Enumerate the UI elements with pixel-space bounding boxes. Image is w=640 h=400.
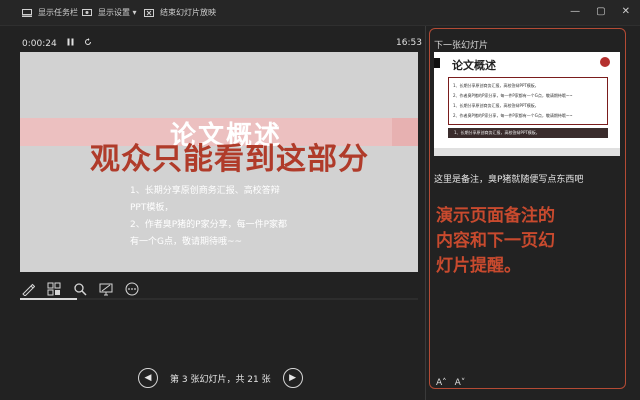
slide-bullets: 1、长期分享原创商务汇报、高校答辩 PPT模板， 2、作者臭P猪的P家分享，每一… (130, 183, 320, 251)
elapsed-time: 0:00:24 (22, 38, 57, 49)
thumbnail-title-marker (434, 58, 440, 68)
pen-icon[interactable] (20, 281, 36, 297)
slide-bullet-line: PPT模板， (130, 203, 174, 213)
chevron-right-icon: ▶ (289, 373, 297, 383)
thumbnail-dark-line: 1、长期分享原创商务汇报，高校答辩PPT模板， (454, 130, 540, 135)
thumbnail-logo-icon (600, 57, 610, 67)
display-settings-label: 显示设置 ▾ (98, 8, 137, 17)
screen-icon[interactable] (98, 281, 114, 297)
minimize-button[interactable]: — (570, 6, 580, 17)
grid-icon[interactable] (46, 281, 62, 297)
presenter-tools (20, 281, 140, 297)
previous-slide-button[interactable]: ◀ (138, 368, 158, 388)
thumbnail-dark-bar: 1、长期分享原创商务汇报，高校答辩PPT模板， (448, 128, 608, 138)
maximize-button[interactable]: ▢ (596, 6, 605, 17)
thumbnail-line: 1、长期分享原创商务汇报，高校答辩PPT模板， (453, 103, 539, 108)
slide-bullet-line: 有一个G点，敬请期待哦~~ (130, 237, 243, 247)
taskbar-icon (22, 8, 32, 17)
pause-icon[interactable] (67, 38, 74, 49)
callout-line: 灯片提醒。 (436, 256, 521, 276)
audience-view-caption: 观众只能看到这部分 (90, 142, 369, 177)
slide-bullet-line: 2、作者臭P猪的P家分享，每一件P家都 (130, 220, 288, 230)
next-slide-thumbnail[interactable]: 论文概述 1、长期分享原创商务汇报，高校答辩PPT模板， 2、作者臭P猪的P家分… (434, 52, 620, 156)
thumbnail-footer (434, 148, 620, 156)
end-show-icon (144, 8, 154, 17)
thumbnail-line: 2、作者臭P猪的P家分享，每一件P家都有一个G点，敬请期待哦~~ (453, 113, 573, 118)
display-settings-button[interactable]: 显示设置 ▾ (82, 7, 137, 18)
reset-icon[interactable] (84, 38, 92, 49)
slide-navigation: ◀ 第 3 张幻灯片，共 21 张 ▶ (138, 368, 303, 388)
callout-line: 演示页面备注的 (436, 206, 555, 226)
zoom-icon[interactable] (72, 281, 88, 297)
slide-progress-bar (20, 298, 418, 300)
window-controls: — ▢ ✕ (570, 6, 630, 17)
current-slide: 论文概述 1、长期分享原创商务汇报、高校答辩 PPT模板， 2、作者臭P猪的P家… (20, 52, 418, 272)
chevron-left-icon: ◀ (144, 373, 152, 383)
thumbnail-line: 2、作者臭P猪的P家分享，每一件P家都有一个G点，敬请期待哦~~ (453, 93, 573, 98)
increase-font-button[interactable]: A˄ (436, 378, 447, 388)
show-taskbar-label: 显示任务栏 (38, 8, 78, 17)
notes-font-controls: A˄ A˅ (436, 378, 465, 388)
end-show-label: 结束幻灯片放映 (160, 8, 216, 17)
annotation-callout: 演示页面备注的 内容和下一页幻 灯片提醒。 (436, 204, 620, 279)
thumbnail-title: 论文概述 (452, 59, 496, 72)
speaker-notes[interactable]: 这里是备注，臭P猪就随便写点东西吧 (434, 172, 583, 185)
slide-bullet-line: 1、长期分享原创商务汇报、高校答辩 (130, 186, 280, 196)
slide-counter[interactable]: 第 3 张幻灯片，共 21 张 (170, 372, 271, 385)
thumbnail-line: 1、长期分享原创商务汇报，高校答辩PPT模板， (453, 83, 539, 88)
slide-progress-fill (20, 298, 77, 300)
clock: 16:53 (396, 38, 422, 48)
more-icon[interactable] (124, 281, 140, 297)
next-slide-header: 下一张幻灯片 (434, 41, 489, 51)
show-taskbar-button[interactable]: 显示任务栏 (22, 7, 78, 18)
next-slide-button[interactable]: ▶ (282, 368, 303, 388)
decrease-font-button[interactable]: A˅ (455, 378, 466, 388)
slide-title-band-accent (392, 118, 418, 146)
close-button[interactable]: ✕ (622, 6, 630, 17)
thumbnail-content-box: 1、长期分享原创商务汇报，高校答辩PPT模板， 2、作者臭P猪的P家分享，每一件… (448, 77, 608, 125)
end-show-button[interactable]: 结束幻灯片放映 (144, 7, 216, 18)
callout-line: 内容和下一页幻 (436, 231, 555, 251)
timer: 0:00:24 (22, 38, 92, 49)
pane-divider[interactable] (425, 26, 426, 400)
top-toolbar: 显示任务栏 显示设置 ▾ 结束幻灯片放映 — ▢ ✕ (0, 0, 640, 26)
display-settings-icon (82, 8, 92, 17)
